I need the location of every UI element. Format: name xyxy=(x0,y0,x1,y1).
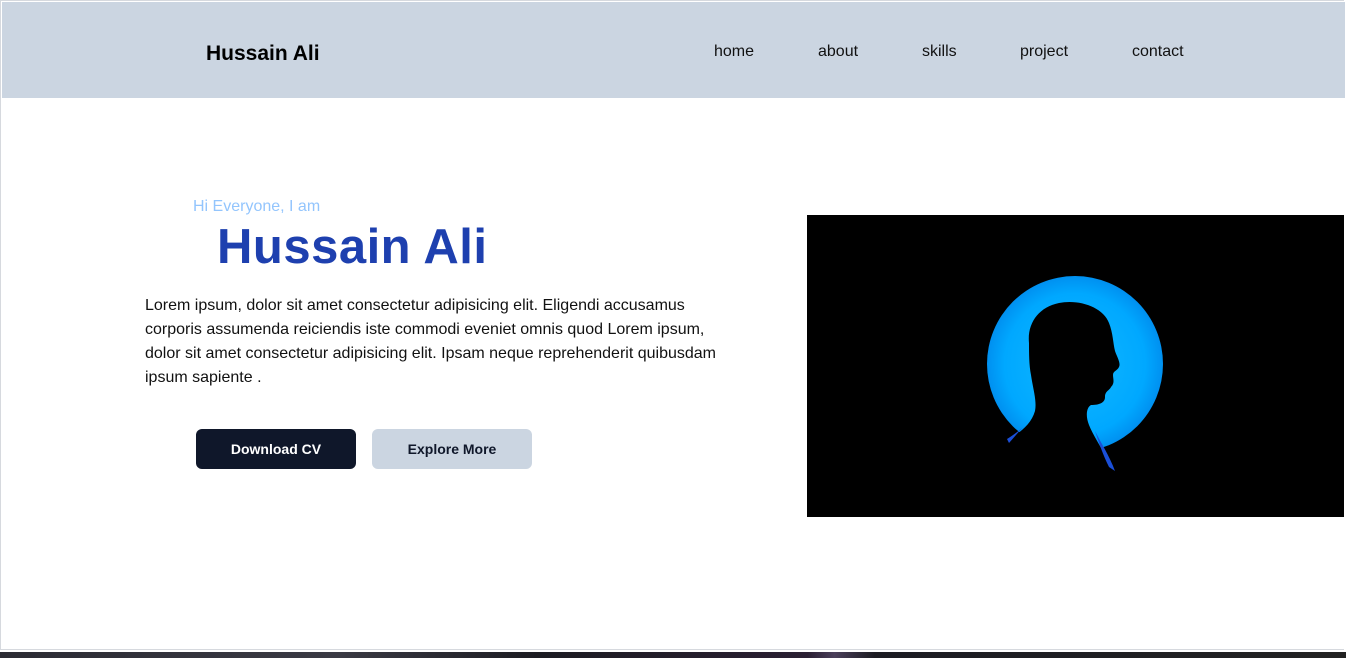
brand-logo[interactable]: Hussain Ali xyxy=(206,42,320,66)
explore-more-button[interactable]: Explore More xyxy=(372,429,532,469)
hero-bio: Lorem ipsum, dolor sit amet consectetur … xyxy=(145,297,716,386)
nav-link-contact[interactable]: contact xyxy=(1132,43,1184,61)
nav-link-home[interactable]: home xyxy=(714,43,754,61)
nav-link-skills[interactable]: skills xyxy=(922,43,957,61)
os-taskbar-strip xyxy=(0,652,1346,658)
download-cv-button[interactable]: Download CV xyxy=(196,429,356,469)
hero-greeting: Hi Everyone, I am xyxy=(193,198,321,215)
nav-link-project[interactable]: project xyxy=(1020,43,1068,61)
person-silhouette-image xyxy=(807,215,1344,517)
hero-name: Hussain Ali xyxy=(217,220,488,274)
nav-link-about[interactable]: about xyxy=(818,43,858,61)
